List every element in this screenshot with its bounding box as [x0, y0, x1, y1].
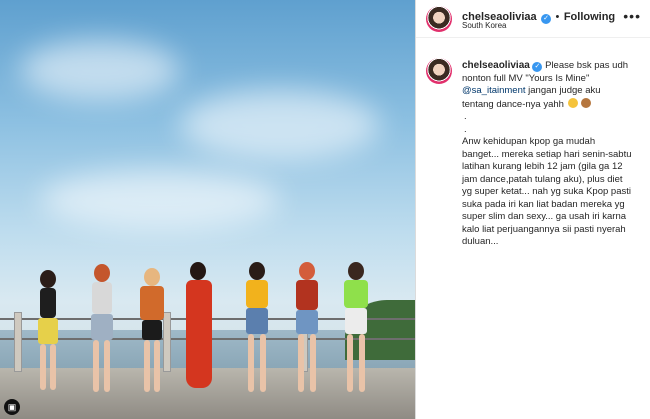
post-header: chelseaoliviaa ✓ • Following South Korea…: [416, 0, 650, 38]
caption: chelseaoliviaa ✓ Please bsk pas udh nont…: [462, 60, 632, 249]
cloud: [40, 170, 280, 230]
header-separator: •: [555, 11, 560, 23]
caption-username[interactable]: chelseaoliviaa: [462, 60, 530, 71]
post-photo[interactable]: ▣: [0, 0, 415, 419]
cloud: [180, 90, 380, 160]
railing-post: [14, 312, 22, 372]
caption-avatar[interactable]: [426, 58, 452, 84]
following-button[interactable]: Following: [564, 11, 615, 23]
railing-post: [163, 312, 171, 372]
caption-dot: .: [464, 111, 467, 122]
emoji-icon: [581, 97, 592, 108]
caption-dot: .: [464, 123, 467, 135]
mention-link[interactable]: @sa_itainment: [462, 85, 526, 96]
post-details-panel: chelseaoliviaa ✓ • Following South Korea…: [415, 0, 650, 419]
more-options-icon[interactable]: •••: [623, 8, 641, 24]
avatar[interactable]: [426, 6, 452, 32]
caption-body: Anw kehidupan kpop ga mudah banget... me…: [462, 136, 632, 247]
cloud: [20, 40, 180, 100]
multiple-photos-icon: ▣: [4, 399, 20, 415]
verified-badge-icon: ✓: [541, 14, 552, 24]
emoji-icon: [567, 97, 578, 108]
caption-first-paragraph: chelseaoliviaa ✓ Please bsk pas udh nont…: [462, 60, 632, 111]
verified-badge-icon: ✓: [532, 62, 543, 72]
location-link[interactable]: South Korea: [462, 21, 506, 30]
